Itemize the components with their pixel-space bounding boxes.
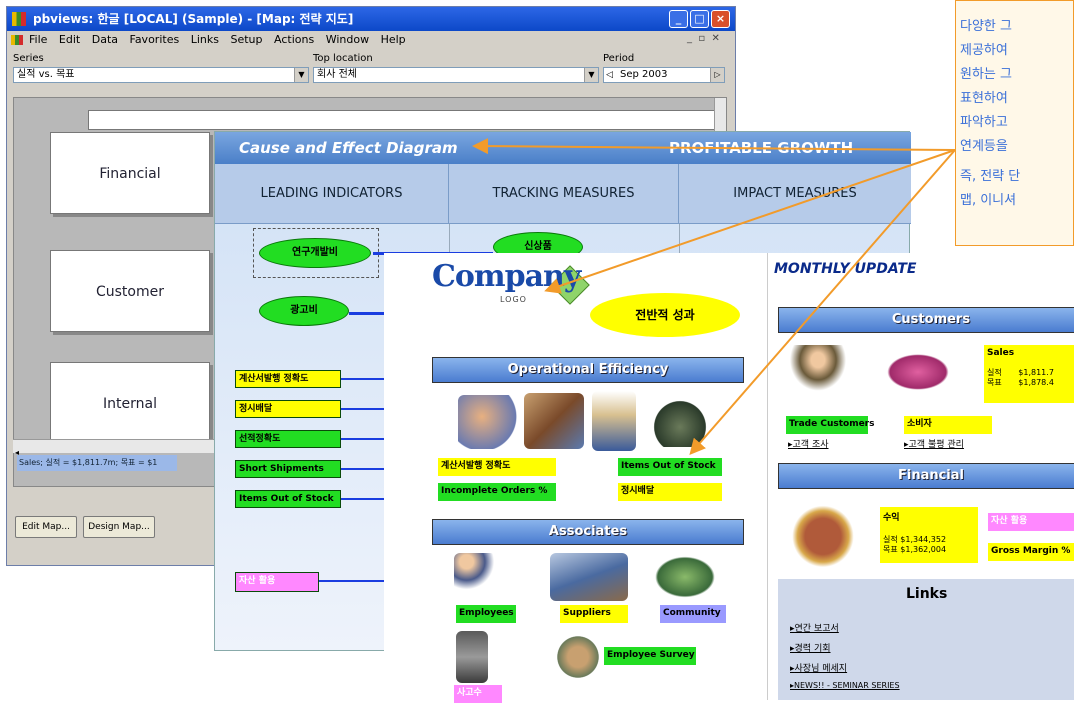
arrow-to-title bbox=[472, 138, 956, 155]
callout-arrows bbox=[472, 138, 956, 456]
